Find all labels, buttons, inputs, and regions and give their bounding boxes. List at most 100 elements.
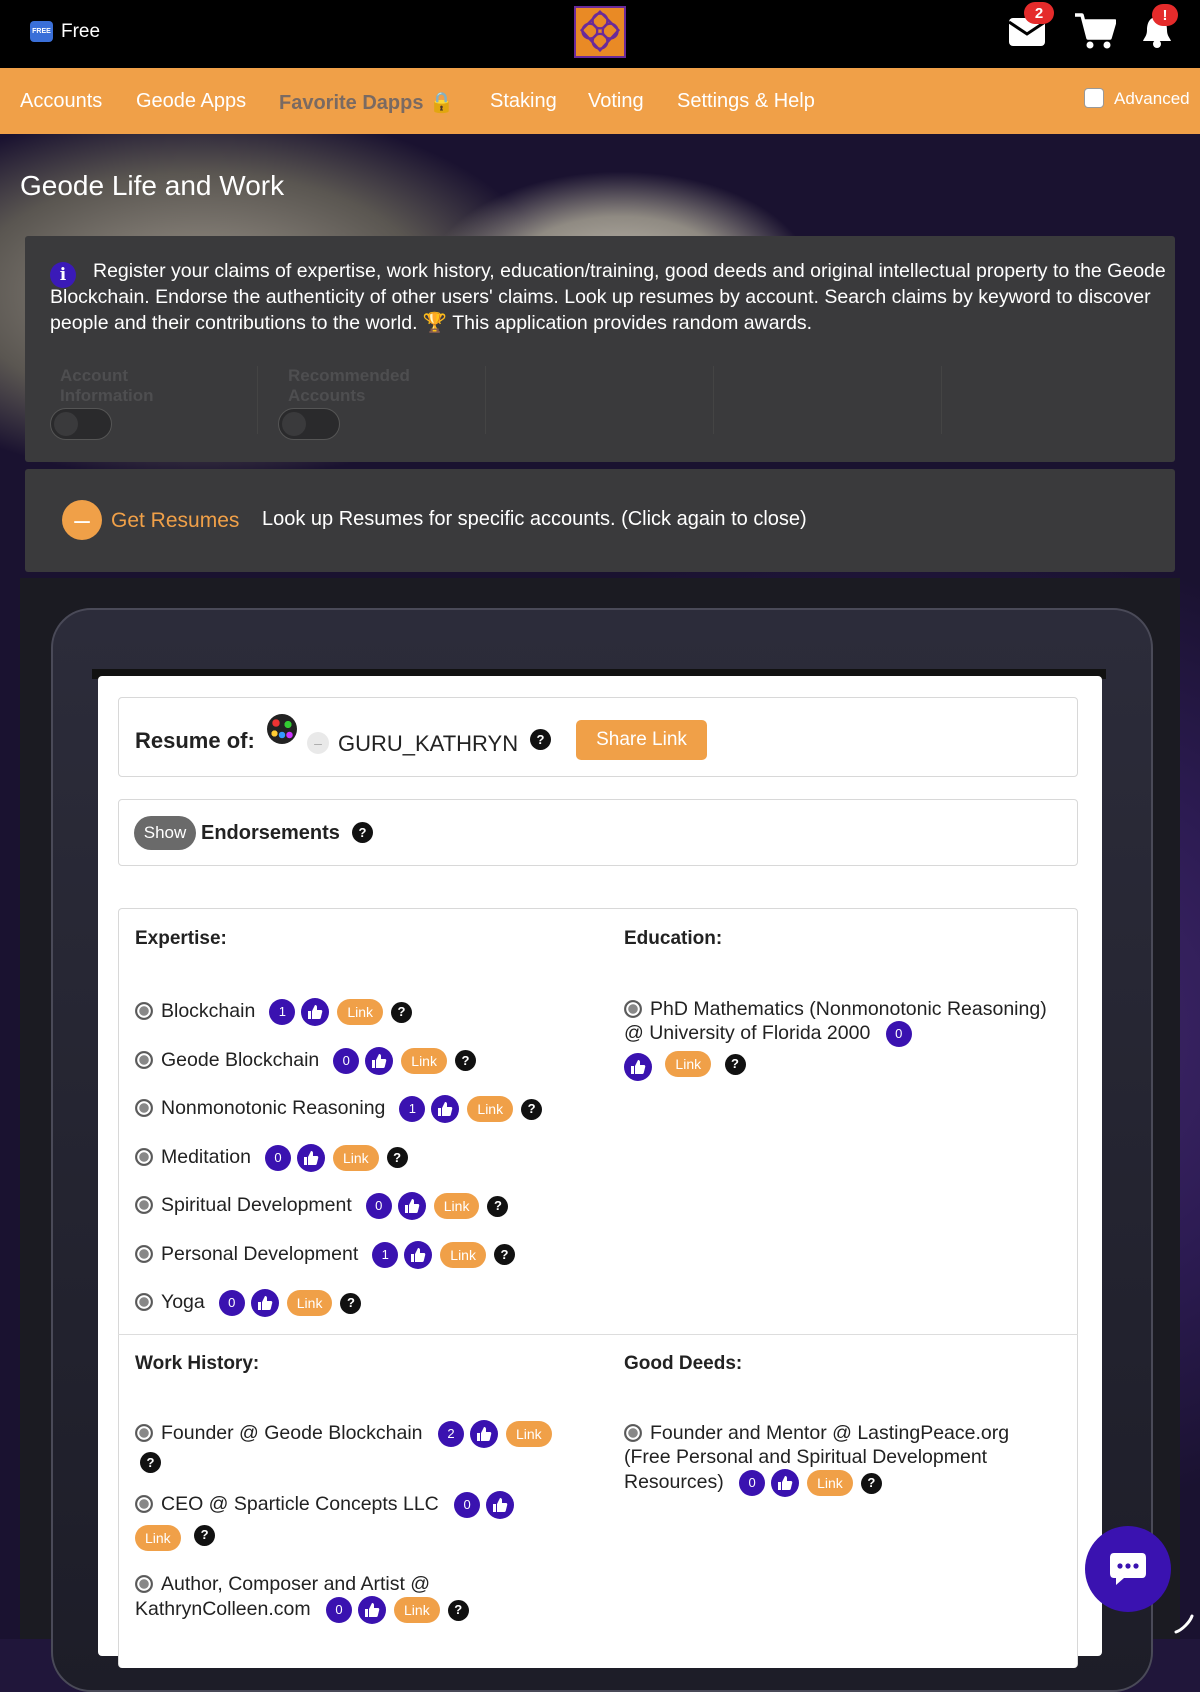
claim-radio[interactable] <box>135 1495 153 1514</box>
nav-geode-apps[interactable]: Geode Apps <box>136 90 246 113</box>
get-resumes-panel[interactable]: – Get Resumes Look up Resumes for specif… <box>25 469 1175 572</box>
expertise-item: Personal Development 1 Link? <box>135 1240 515 1269</box>
nav-accounts[interactable]: Accounts <box>20 90 102 113</box>
info-panel: Register your claims of expertise, work … <box>25 236 1175 462</box>
claim-radio[interactable] <box>135 1002 153 1021</box>
endorse-count: 1 <box>269 999 296 1025</box>
expertise-heading: Expertise: <box>135 928 227 949</box>
help-icon[interactable]: ? <box>860 1472 882 1494</box>
thumbs-up-icon[interactable] <box>771 1469 800 1497</box>
link-button[interactable]: Link <box>401 1047 447 1074</box>
resume-document: Resume of: – GURU_KATHRYN ? Share Link S… <box>98 676 1102 1668</box>
link-button[interactable]: Link <box>286 1290 333 1316</box>
link-button[interactable]: Link <box>433 1193 480 1219</box>
thumbs-up-icon[interactable] <box>469 1420 498 1448</box>
remove-icon[interactable]: – <box>307 732 329 754</box>
thumbs-up-icon[interactable] <box>486 1491 515 1519</box>
help-icon[interactable]: ? <box>340 1292 362 1314</box>
link-button[interactable]: Link <box>665 1051 712 1077</box>
expertise-item: Yoga 0 Link? <box>135 1289 362 1317</box>
account-information-toggle[interactable] <box>50 408 112 440</box>
help-icon[interactable]: ? <box>724 1053 746 1075</box>
link-button[interactable]: Link <box>807 1470 853 1496</box>
toggle-label-account-information: Account Information <box>60 366 154 405</box>
endorse-count: 0 <box>365 1193 392 1219</box>
help-icon[interactable]: ? <box>140 1452 161 1474</box>
work-history-item: Author, Composer and Artist @ KathrynCol… <box>135 1572 575 1624</box>
thumbs-up-icon[interactable] <box>397 1192 426 1220</box>
thumbs-up-icon[interactable] <box>296 1143 325 1172</box>
show-endorsements-button[interactable]: Show <box>134 816 196 850</box>
link-button[interactable]: Link <box>505 1421 552 1447</box>
claim-radio[interactable] <box>135 1147 153 1166</box>
help-icon[interactable]: ? <box>530 729 551 750</box>
nav-staking[interactable]: Staking <box>490 90 557 113</box>
help-icon[interactable]: ? <box>493 1244 515 1265</box>
claim-text: Meditation <box>161 1145 251 1168</box>
claim-text: Spiritual Development <box>161 1194 352 1217</box>
link-button[interactable]: Link <box>394 1597 440 1623</box>
link-button[interactable]: Link <box>467 1096 514 1122</box>
free-badge-icon: FREE <box>30 21 53 42</box>
main-nav: Accounts Geode Apps Favorite Dapps 🔒 Sta… <box>0 68 1200 134</box>
toggle-label-recommended-accounts: Recommended Accounts <box>288 366 410 405</box>
claim-radio[interactable] <box>135 1424 153 1443</box>
help-icon[interactable]: ? <box>194 1524 216 1546</box>
recommended-accounts-toggle-group: Recommended Accounts <box>278 366 506 446</box>
thumbs-up-icon[interactable] <box>250 1289 279 1317</box>
get-resumes-label[interactable]: Get Resumes <box>111 509 239 533</box>
account-name: GURU_KATHRYN <box>338 731 519 756</box>
expertise-item: Geode Blockchain 0 Link? <box>135 1046 476 1075</box>
cart-icon[interactable] <box>1074 12 1116 50</box>
notification-badge: ! <box>1152 4 1178 26</box>
claim-text: Nonmonotonic Reasoning <box>161 1097 386 1120</box>
help-icon[interactable]: ? <box>487 1195 509 1217</box>
thumbs-up-icon[interactable] <box>358 1596 387 1624</box>
help-icon[interactable]: ? <box>454 1050 476 1071</box>
claim-radio[interactable] <box>135 1244 153 1263</box>
claim-radio[interactable] <box>624 1000 642 1018</box>
link-button[interactable]: Link <box>135 1525 181 1551</box>
thumbs-up-icon[interactable] <box>365 1046 394 1075</box>
recommended-accounts-toggle[interactable] <box>278 408 340 440</box>
good-deeds-heading: Good Deeds: <box>624 1353 743 1374</box>
thumbs-up-icon[interactable] <box>624 1053 652 1081</box>
thumbs-up-icon[interactable] <box>431 1095 460 1123</box>
plan-label[interactable]: Free <box>61 21 100 43</box>
endorse-count: 2 <box>437 1421 464 1447</box>
nav-voting[interactable]: Voting <box>588 90 644 113</box>
page-title: Geode Life and Work <box>20 170 285 201</box>
endorse-count: 0 <box>885 1021 912 1047</box>
chat-button[interactable] <box>1085 1526 1171 1612</box>
endorse-count: 0 <box>454 1492 481 1518</box>
claim-radio[interactable] <box>135 1196 153 1215</box>
thumbs-up-icon[interactable] <box>404 1240 433 1269</box>
share-link-button[interactable]: Share Link <box>576 720 707 760</box>
link-button[interactable]: Link <box>337 999 383 1025</box>
nav-settings-help[interactable]: Settings & Help <box>677 90 815 113</box>
geode-logo[interactable] <box>574 6 626 58</box>
claim-radio[interactable] <box>135 1575 153 1593</box>
divider <box>485 366 486 434</box>
help-icon[interactable]: ? <box>391 1001 412 1023</box>
phone-icon[interactable] <box>1172 1612 1194 1634</box>
claim-radio[interactable] <box>624 1424 642 1442</box>
endorse-count: 0 <box>739 1470 766 1496</box>
help-icon[interactable]: ? <box>521 1098 543 1120</box>
claim-radio[interactable] <box>135 1050 153 1069</box>
claim-radio[interactable] <box>135 1293 153 1312</box>
collapse-icon[interactable]: – <box>62 500 102 540</box>
help-icon[interactable]: ? <box>352 822 373 843</box>
link-button[interactable]: Link <box>440 1241 486 1268</box>
thumbs-up-icon[interactable] <box>301 998 330 1026</box>
education-heading: Education: <box>624 928 723 949</box>
link-button[interactable]: Link <box>332 1144 379 1171</box>
claim-text: PhD Mathematics (Nonmonotonic Reasoning)… <box>624 998 1047 1045</box>
help-icon[interactable]: ? <box>447 1599 469 1621</box>
education-item: PhD Mathematics (Nonmonotonic Reasoning)… <box>624 997 1054 1081</box>
help-icon[interactable]: ? <box>386 1147 408 1168</box>
claim-radio[interactable] <box>135 1099 153 1118</box>
claim-text: Geode Blockchain <box>161 1048 320 1071</box>
nav-favorite-dapps[interactable]: Favorite Dapps 🔒 <box>279 90 454 115</box>
advanced-checkbox[interactable] <box>1084 88 1104 108</box>
